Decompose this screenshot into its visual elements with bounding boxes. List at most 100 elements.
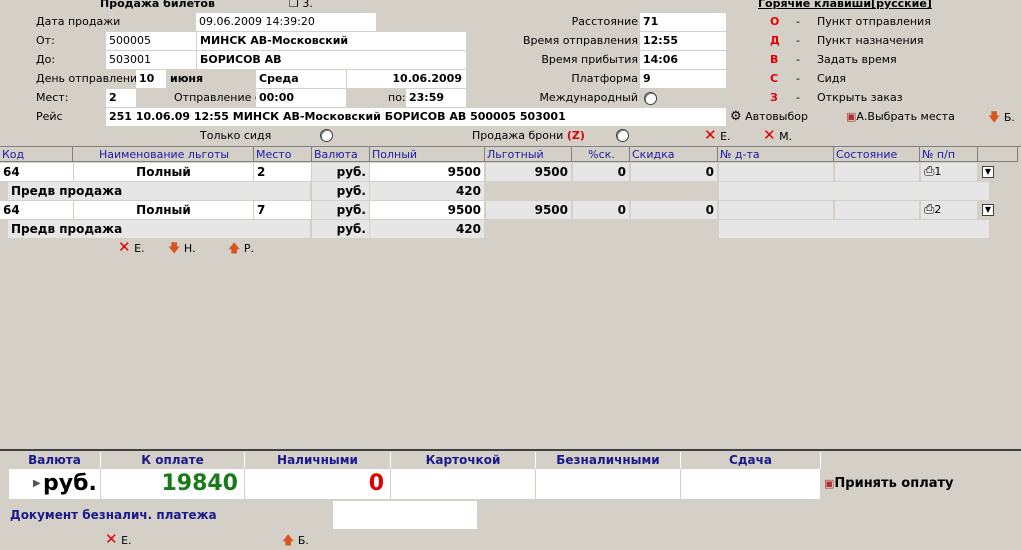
- arrow-up-icon: 🡅: [228, 241, 241, 255]
- column-header[interactable]: %ск.: [572, 147, 630, 162]
- autoselect-button[interactable]: ⚙ Автовыбор: [730, 109, 808, 125]
- column-header[interactable]: [978, 147, 1018, 162]
- m-button[interactable]: ✕ М.: [763, 128, 792, 145]
- dep-from-label: Отправление с:: [174, 91, 265, 104]
- to-pay-cell: 19840: [101, 469, 245, 499]
- benefit-cell[interactable]: Полный: [74, 201, 253, 219]
- autoselect-label: Автовыбор: [745, 110, 808, 123]
- column-header[interactable]: Место: [254, 147, 312, 162]
- hotkey-dash: -: [796, 91, 800, 104]
- column-header[interactable]: Код: [0, 147, 73, 162]
- benefit-cell[interactable]: Полный: [74, 163, 253, 181]
- seat-cell[interactable]: 2: [254, 163, 311, 181]
- choose-seats-label: А.Выбрать места: [856, 110, 955, 123]
- doc-field[interactable]: [333, 501, 477, 529]
- dep-date-field[interactable]: 10.06.2009: [347, 70, 466, 88]
- hotkey-key: О: [770, 15, 780, 28]
- route-field[interactable]: 251 10.06.09 12:55 МИНСК АВ-Московский Б…: [106, 108, 726, 126]
- dep-day-field[interactable]: 10: [136, 70, 166, 88]
- close-icon: ✕: [763, 128, 776, 144]
- only-sitting-radio[interactable]: [320, 129, 333, 142]
- b-button[interactable]: 🡇 Б.: [988, 109, 1015, 126]
- presale-filler: [719, 220, 989, 238]
- from-code-field[interactable]: 500005: [106, 32, 196, 50]
- printer-icon[interactable]: ⎙: [924, 164, 934, 179]
- reserve-sale-key: (Z): [566, 129, 585, 142]
- window-title: Продажа билетов: [100, 0, 215, 10]
- column-header[interactable]: № п/п: [920, 147, 978, 162]
- reserve-sale-text: Продажа брони: [472, 129, 564, 142]
- payment-b-button[interactable]: 🡅 Б.: [282, 532, 309, 549]
- card-cell[interactable]: [391, 469, 536, 499]
- hotkey-desc: Пункт отправления: [817, 15, 931, 28]
- sale-date-field[interactable]: 09.06.2009 14:39:20: [196, 13, 376, 31]
- num-cell[interactable]: ⎙2: [921, 201, 977, 219]
- page-icon: ❐: [289, 0, 299, 10]
- noncash-cell[interactable]: [536, 469, 681, 499]
- num-cell[interactable]: ⎙1: [921, 163, 977, 181]
- table-e-button[interactable]: ✕ Е.: [118, 240, 145, 257]
- code-cell[interactable]: 64: [0, 163, 73, 181]
- accept-icon: ▣: [824, 477, 835, 490]
- column-header[interactable]: Полный: [370, 147, 485, 162]
- row-number: 2: [934, 203, 942, 216]
- intl-radio[interactable]: [644, 92, 657, 105]
- accept-payment-label: Принять оплату: [834, 476, 954, 491]
- to-name-field[interactable]: БОРИСОВ АВ: [197, 51, 466, 69]
- from-name-field[interactable]: МИНСК АВ-Московский: [197, 32, 466, 50]
- printer-icon[interactable]: ⎙: [924, 202, 934, 217]
- row-number: 1: [934, 165, 942, 178]
- payment-e-button[interactable]: ✕ Е.: [105, 532, 132, 549]
- dep-day-label: День отправления: [36, 72, 144, 85]
- dropdown-arrow-icon[interactable]: ▼: [982, 166, 994, 178]
- code-cell[interactable]: 64: [0, 201, 73, 219]
- cash-cell[interactable]: 0: [245, 469, 391, 499]
- hotkey-desc: Пункт назначения: [817, 34, 924, 47]
- seats-field[interactable]: 2: [106, 89, 136, 107]
- doc-cell[interactable]: [719, 163, 833, 181]
- sale-date-label: Дата продажи: [36, 15, 121, 28]
- arr-time-label: Время прибытия: [541, 53, 638, 66]
- table-n-button[interactable]: 🡇 Н.: [168, 240, 196, 257]
- doc-label: Документ безналич. платежа: [10, 508, 217, 522]
- hotkey-key: Д: [770, 34, 780, 47]
- column-header[interactable]: Состояние: [834, 147, 920, 162]
- column-header[interactable]: Скидка: [630, 147, 718, 162]
- table-r-button[interactable]: 🡅 Р.: [228, 240, 254, 257]
- route-label: Рейс: [36, 110, 63, 123]
- payment-separator: [0, 449, 1021, 451]
- discount-cell: 0: [631, 201, 717, 219]
- column-header[interactable]: Наименование льготы: [73, 147, 254, 162]
- seats-icon: ▣: [846, 110, 857, 123]
- platform-field: 9: [640, 70, 726, 88]
- column-header[interactable]: Валюта: [312, 147, 370, 162]
- hotkey-desc: Сидя: [817, 72, 847, 85]
- hotkey-dash: -: [796, 34, 800, 47]
- to-time-field[interactable]: 23:59: [406, 89, 466, 107]
- presale-amount: 420: [370, 182, 484, 200]
- accept-payment-button[interactable]: ▣Принять оплату: [824, 476, 954, 492]
- column-header[interactable]: Льготный: [485, 147, 572, 162]
- seat-cell[interactable]: 7: [254, 201, 311, 219]
- state-cell: [835, 201, 919, 219]
- hotkey-key: В: [770, 53, 779, 66]
- e-button[interactable]: ✕ Е.: [704, 128, 731, 145]
- play-icon: ▶: [33, 478, 41, 489]
- close-icon: ✕: [105, 532, 118, 548]
- state-cell: [835, 163, 919, 181]
- dep-from-field[interactable]: 00:00: [256, 89, 346, 107]
- doc-cell[interactable]: [719, 201, 833, 219]
- presale-filler: [719, 182, 989, 200]
- presale-currency: руб.: [312, 182, 369, 200]
- reserve-sale-radio[interactable]: [616, 129, 629, 142]
- dep-weekday-field: Среда: [256, 70, 346, 88]
- dropdown-arrow-icon[interactable]: ▼: [982, 204, 994, 216]
- hotkeys-title: Горячие клавиши[русские]: [758, 0, 932, 10]
- column-header[interactable]: № д-та: [718, 147, 834, 162]
- arrow-down-icon: 🡇: [168, 241, 181, 255]
- hotkey-dash: -: [796, 53, 800, 66]
- btn-3[interactable]: ❐ 3.: [289, 0, 313, 12]
- payment-currency-cell[interactable]: ▶ руб.: [9, 469, 101, 499]
- choose-seats-button[interactable]: ▣А.Выбрать места: [846, 109, 955, 125]
- to-code-field[interactable]: 503001: [106, 51, 196, 69]
